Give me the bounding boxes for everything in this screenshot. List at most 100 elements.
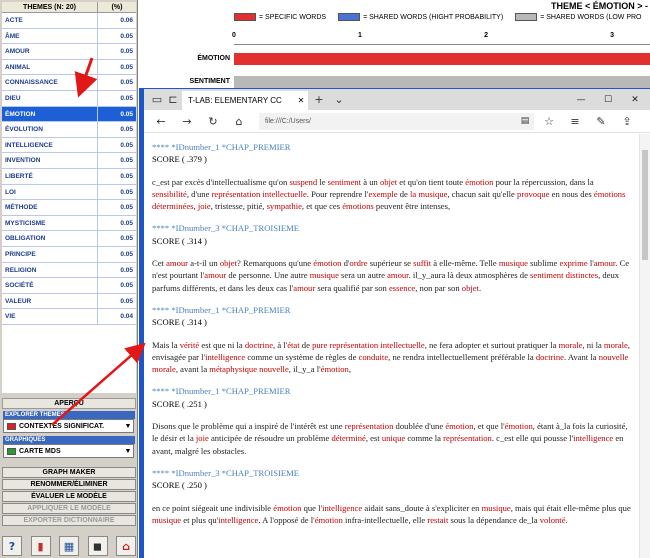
theme-row[interactable]: PRINCIPE 0.05	[2, 246, 136, 263]
theme-row[interactable]: DIEU 0.05	[2, 90, 136, 107]
theme-percentage: 0.05	[120, 235, 133, 243]
record-tag: **** *IDnumber_1 *CHAP_PREMIER	[152, 386, 291, 397]
theme-row[interactable]: ANIMAL 0.05	[2, 59, 136, 76]
grid-icon[interactable]: ▦	[59, 536, 79, 556]
theme-percentage: 0.05	[120, 141, 133, 149]
reading-view-icon[interactable]: ▤	[516, 113, 534, 130]
axis-tick-label: 2	[484, 32, 489, 39]
apercu-button[interactable]: APERÇU	[2, 398, 136, 409]
maximize-icon[interactable]: ☐	[595, 89, 621, 110]
theme-name: ÉVOLUTION	[2, 122, 98, 137]
scrollbar-thumb[interactable]	[642, 150, 648, 260]
back-arrow-icon[interactable]: ←	[152, 113, 170, 130]
graph-maker-button[interactable]: GRAPH MAKER	[2, 467, 136, 478]
theme-name: MYSTICISME	[2, 215, 98, 231]
tab-back-icon[interactable]: ⊏	[164, 91, 182, 108]
notes-pen-icon[interactable]: ✎	[592, 113, 610, 130]
text-segment: , ne fera adopter et surtout pratiquer l…	[424, 339, 559, 350]
legend-label: = SHARED WORDS (HIGHT PROBABILITY)	[363, 13, 504, 21]
graphiques-select[interactable]: CARTE MDS ▼	[3, 444, 134, 458]
home-icon[interactable]: ⌂	[116, 536, 136, 556]
record-score: SCORE ( .379 )	[152, 154, 207, 165]
theme-row[interactable]: SOCIÉTÉ 0.05	[2, 278, 136, 294]
record-text: Mais la vérité est que ni la doctrine, à…	[152, 339, 631, 376]
tab-menu-icon[interactable]: ⌄	[330, 91, 348, 108]
theme-row[interactable]: VIE 0.04	[2, 309, 136, 325]
info-icon[interactable]: ◼	[87, 536, 108, 556]
new-tab-icon[interactable]: +	[310, 91, 328, 108]
theme-row[interactable]: MYSTICISME 0.05	[2, 215, 136, 232]
renommer-eliminer-button[interactable]: RENOMMER/ÉLIMINER	[2, 479, 136, 490]
theme-name: VALEUR	[2, 293, 98, 309]
text-segment: , avant la	[175, 364, 210, 375]
theme-percentage: 0.05	[120, 157, 133, 165]
theme-percentage: 0.05	[120, 282, 133, 290]
theme-row[interactable]: LIBERTÉ 0.05	[2, 168, 136, 185]
themes-panel: THEMES (N: 20) (%) ACTE 0.06 ÂME 0.05 AMOUR 0…	[0, 0, 138, 558]
text-segment: , il_y_a l'	[288, 364, 321, 375]
favorites-hub-icon[interactable]: ≡	[566, 113, 584, 130]
theme-row[interactable]: AMOUR 0.05	[2, 44, 136, 60]
themes-header-pct[interactable]: (%)	[98, 2, 136, 12]
home-icon[interactable]: ⌂	[230, 113, 248, 130]
theme-name: AMOUR	[2, 44, 98, 59]
theme-row[interactable]: VALEUR 0.05	[2, 293, 136, 310]
theme-percentage: 0.05	[120, 172, 133, 180]
theme-row[interactable]: ÉMOTION 0.05	[2, 106, 136, 123]
minimize-icon[interactable]: —	[568, 89, 594, 110]
text-segment: supérieur se	[367, 258, 414, 269]
text-segment: .	[565, 514, 568, 525]
chart-axis-line	[234, 44, 650, 45]
favorite-star-icon[interactable]: ☆	[540, 113, 558, 130]
theme-row[interactable]: OBLIGATION 0.05	[2, 231, 136, 247]
browser-tab[interactable]: T-LAB: ELEMENTARY CC ✕	[182, 91, 308, 110]
record-score: SCORE ( .251 )	[152, 398, 207, 409]
text-segment: comme la	[405, 433, 444, 444]
window-close-icon[interactable]: ✕	[622, 89, 648, 110]
theme-row[interactable]: RELIGION 0.05	[2, 262, 136, 279]
themes-header-name[interactable]: THEMES (N: 20)	[2, 2, 98, 12]
text-segment: Disons que le problème qui a inspiré de …	[152, 421, 345, 432]
text-segment: , chacun sait qu'elle	[447, 188, 518, 199]
theme-row[interactable]: INTELLIGENCE 0.05	[2, 137, 136, 154]
highlighted-word: musique	[309, 270, 339, 281]
share-icon[interactable]: ⇪	[618, 113, 636, 130]
highlighted-word: amour	[293, 282, 316, 293]
theme-row[interactable]: ÉVOLUTION 0.05	[2, 122, 136, 138]
highlighted-word: joie	[195, 433, 209, 444]
theme-row[interactable]: ACTE 0.06	[2, 13, 136, 29]
text-segment: . A l'opposé de l'	[258, 514, 315, 525]
explorer-themes-value: CONTEXTES SIGNIFICAT.	[19, 422, 105, 430]
highlighted-word: pure représentation intellectuelle	[312, 339, 425, 350]
legend-swatch	[338, 13, 361, 21]
chart-title: THEME < ÉMOTION > -	[550, 1, 648, 11]
text-segment: , tristesse, pitié,	[210, 201, 267, 212]
record-tag: **** *IDnumber_3 *CHAP_TROISIEME	[152, 467, 300, 478]
text-segment: en ce point siégeait une indivisible	[152, 502, 274, 513]
browser-window: ▭ ⊏ T-LAB: ELEMENTARY CC ✕ + ⌄ — ☐ ✕ ← →…	[139, 88, 650, 558]
theme-name: ANIMAL	[2, 59, 98, 75]
theme-row[interactable]: MÉTHODE 0.05	[2, 200, 136, 216]
text-segment: infra-intellectuelle, elle	[342, 514, 428, 525]
vertical-scrollbar[interactable]	[639, 134, 650, 558]
theme-row[interactable]: LOI 0.05	[2, 184, 136, 201]
evaluer-modele-button[interactable]: ÉVALUER LE MODÈLE	[2, 491, 136, 502]
highlighted-word: suspend	[289, 176, 318, 187]
text-segment: . Avant la	[564, 351, 599, 362]
record-tag: **** *IDnumber_1 *CHAP_PREMIER	[152, 304, 291, 315]
refresh-icon[interactable]: ↻	[204, 113, 222, 130]
text-segment: de	[397, 188, 410, 199]
theme-row[interactable]: ÂME 0.05	[2, 28, 136, 45]
forward-arrow-icon[interactable]: →	[178, 113, 196, 130]
help-icon[interactable]: ?	[2, 536, 22, 556]
highlighted-word: la musique	[409, 188, 448, 199]
theme-row[interactable]: CONNAISSANCE 0.05	[2, 75, 136, 91]
chart-icon[interactable]: ▮	[30, 536, 51, 556]
theme-row[interactable]: INVENTION 0.05	[2, 153, 136, 169]
themes-table-header: THEMES (N: 20) (%)	[2, 2, 136, 13]
explorer-themes-select[interactable]: CONTEXTES SIGNIFICAT. ▼	[3, 419, 134, 433]
text-segment: c_est par excès d'intellectualisme qu'on	[152, 176, 290, 187]
close-icon[interactable]: ✕	[294, 96, 308, 105]
address-bar[interactable]: file:///C:/Users/	[259, 113, 534, 130]
text-segment: Mais la	[152, 339, 180, 350]
